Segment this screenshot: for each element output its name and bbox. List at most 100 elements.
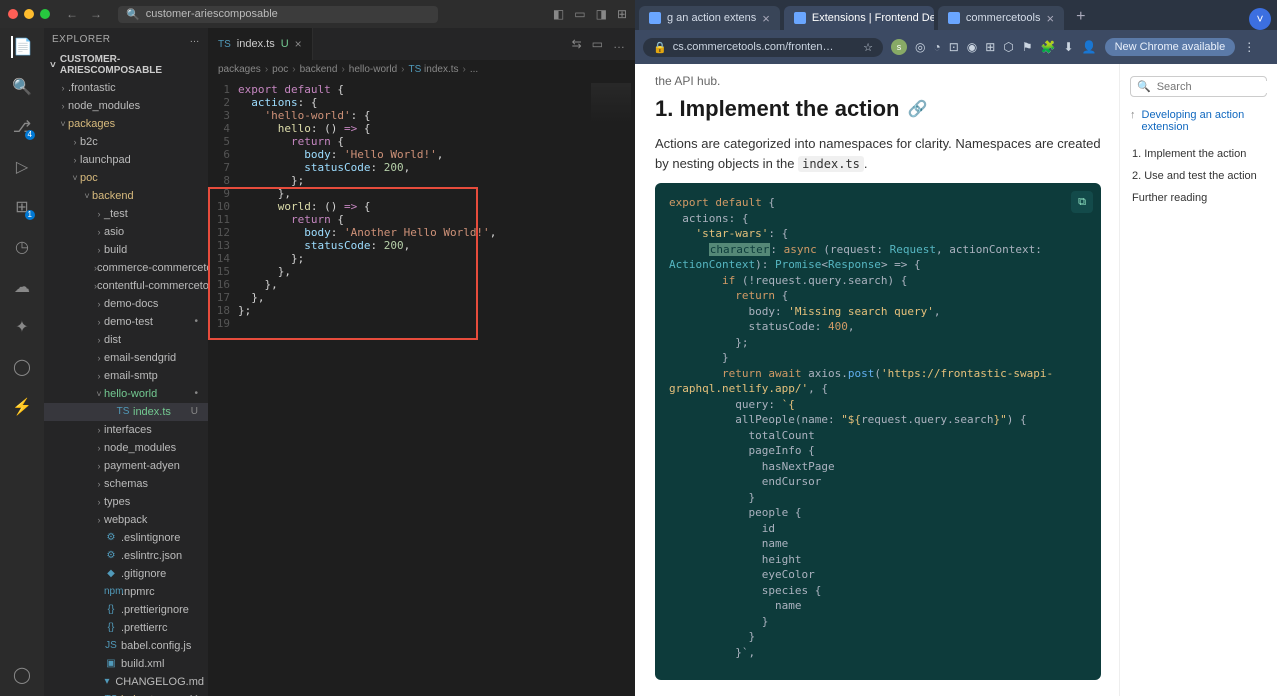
code-line[interactable]: statusCode: 400,: [669, 319, 1087, 335]
file-babel.config.js[interactable]: JSbabel.config.js: [44, 637, 208, 655]
more-icon[interactable]: …: [613, 37, 625, 51]
breadcrumb-item[interactable]: ...: [470, 64, 478, 75]
chrome-menu-icon[interactable]: ⋮: [1243, 40, 1255, 54]
nav-forward-icon[interactable]: →: [90, 7, 102, 21]
close-icon[interactable]: ×: [762, 11, 770, 26]
folder-demo-docs[interactable]: ›demo-docs: [44, 295, 208, 313]
code-line[interactable]: 'hello-world': {: [238, 109, 635, 122]
code-line[interactable]: allPeople(name: "${request.query.search}…: [669, 412, 1087, 428]
code-editor[interactable]: 12345678910111213141516171819 export def…: [208, 79, 635, 696]
command-center[interactable]: 🔍 customer-ariescomposable: [118, 6, 438, 23]
code-line[interactable]: eyeColor: [669, 567, 1087, 583]
folder-email-smtp[interactable]: ›email-smtp: [44, 367, 208, 385]
folder-packages[interactable]: ˅packages: [44, 115, 208, 133]
code-line[interactable]: people {: [669, 505, 1087, 521]
folder-webpack[interactable]: ›webpack: [44, 511, 208, 529]
code-line[interactable]: return {: [669, 288, 1087, 304]
file-.gitignore[interactable]: ◆.gitignore: [44, 565, 208, 583]
code-line[interactable]: };: [238, 174, 635, 187]
code-line[interactable]: 'star-wars': {: [669, 226, 1087, 242]
folder-contentful-commercetools[interactable]: ›contentful-commercetools: [44, 277, 208, 295]
minimize-window-icon[interactable]: [24, 9, 34, 19]
codeblock-content[interactable]: export default { actions: { 'star-wars':…: [669, 195, 1087, 660]
chrome-tab[interactable]: Extensions | Frontend Devel×: [784, 6, 934, 30]
panel-bottom-icon[interactable]: ▭: [574, 7, 585, 21]
nav-back-icon[interactable]: ←: [66, 7, 78, 21]
split-icon[interactable]: ▭: [592, 37, 603, 51]
profile-icon[interactable]: 👤: [1082, 40, 1097, 54]
code-line[interactable]: return {: [238, 135, 635, 148]
folder-node_modules[interactable]: ›node_modules: [44, 97, 208, 115]
ext-icon[interactable]: s: [891, 39, 907, 55]
toc-item[interactable]: 2. Use and test the action: [1130, 165, 1267, 187]
ext-icon[interactable]: ◉: [967, 40, 977, 54]
tab-overflow-icon[interactable]: ˅: [1249, 8, 1271, 30]
editor-tab[interactable]: TS index.ts U ×: [208, 28, 313, 60]
folder-b2c[interactable]: ›b2c: [44, 133, 208, 151]
docs-search[interactable]: 🔍 /: [1130, 76, 1267, 97]
link-icon[interactable]: 🔗: [908, 99, 928, 119]
new-chrome-button[interactable]: New Chrome available: [1105, 38, 1236, 56]
file-.npmrc[interactable]: npm.npmrc: [44, 583, 208, 601]
code-line[interactable]: query: `{: [669, 397, 1087, 413]
breadcrumb-item[interactable]: packages: [218, 64, 261, 75]
file-.prettierrc[interactable]: {}.prettierrc: [44, 619, 208, 637]
code-line[interactable]: id: [669, 521, 1087, 537]
code-line[interactable]: if (!request.query.search) {: [669, 273, 1087, 289]
code-line[interactable]: }: [669, 490, 1087, 506]
code-line[interactable]: }: [669, 350, 1087, 366]
breadcrumb-item[interactable]: poc: [272, 64, 288, 75]
ext-icon[interactable]: ⚑: [1022, 40, 1033, 54]
code-line[interactable]: export default {: [238, 83, 635, 96]
more-icon[interactable]: …: [190, 34, 201, 45]
file-.prettierignore[interactable]: {}.prettierignore: [44, 601, 208, 619]
chrome-tab[interactable]: commercetools×: [938, 6, 1064, 30]
file-tree[interactable]: ›.frontastic›node_modules˅packages›b2c›l…: [44, 79, 208, 696]
file-CHANGELOG.md[interactable]: ▾CHANGELOG.md: [44, 673, 208, 691]
new-tab-button[interactable]: +: [1068, 4, 1093, 30]
search-icon[interactable]: 🔍: [11, 76, 33, 98]
file-.eslintrc.json[interactable]: ⚙.eslintrc.json: [44, 547, 208, 565]
chrome-tab[interactable]: g an action extens×: [639, 6, 780, 30]
folder-asio[interactable]: ›asio: [44, 223, 208, 241]
code-line[interactable]: return await axios.post('https://frontas…: [669, 366, 1087, 382]
code-line[interactable]: ActionContext): Promise<Response> => {: [669, 257, 1087, 273]
minimap[interactable]: [591, 83, 631, 123]
code-line[interactable]: export default {: [669, 195, 1087, 211]
folder-.frontastic[interactable]: ›.frontastic: [44, 79, 208, 97]
code-line[interactable]: hasNextPage: [669, 459, 1087, 475]
folder-dist[interactable]: ›dist: [44, 331, 208, 349]
ext-icon[interactable]: ◔: [933, 40, 940, 54]
docs-uplink[interactable]: ↑ Developing an action extension: [1130, 109, 1267, 133]
breadcrumbs[interactable]: packages›poc›backend›hello-world›TS inde…: [208, 60, 635, 79]
code-line[interactable]: graphql.netlify.app/', {: [669, 381, 1087, 397]
source-control-icon[interactable]: ⎇4: [11, 116, 33, 138]
ext-icon[interactable]: ⊞: [985, 40, 995, 54]
explorer-icon[interactable]: 📄: [11, 36, 33, 58]
panel-left-icon[interactable]: ◧: [553, 7, 564, 21]
code-line[interactable]: }: [669, 629, 1087, 645]
code-line[interactable]: body: 'Hello World!',: [238, 148, 635, 161]
folder-_test[interactable]: ›_test: [44, 205, 208, 223]
close-icon[interactable]: ×: [295, 37, 302, 51]
folder-hello-world[interactable]: ˅hello-world•: [44, 385, 208, 403]
star-icon[interactable]: ☆: [863, 41, 873, 54]
github-icon[interactable]: ◯: [11, 356, 33, 378]
close-icon[interactable]: ×: [1046, 11, 1054, 26]
toc-item[interactable]: 1. Implement the action: [1130, 143, 1267, 165]
ext-icon[interactable]: ⊡: [949, 40, 959, 54]
folder-demo-test[interactable]: ›demo-test•: [44, 313, 208, 331]
folder-build[interactable]: ›build: [44, 241, 208, 259]
close-window-icon[interactable]: [8, 9, 18, 19]
folder-node_modules[interactable]: ›node_modules: [44, 439, 208, 457]
ext-icon[interactable]: ◎: [915, 40, 925, 54]
folder-email-sendgrid[interactable]: ›email-sendgrid: [44, 349, 208, 367]
run-debug-icon[interactable]: ▷: [11, 156, 33, 178]
code-line[interactable]: statusCode: 200,: [238, 161, 635, 174]
code-line[interactable]: }`,: [669, 645, 1087, 661]
remote-icon[interactable]: ☁: [11, 276, 33, 298]
testing-icon[interactable]: ✦: [11, 316, 33, 338]
code-line[interactable]: name: [669, 598, 1087, 614]
folder-types[interactable]: ›types: [44, 493, 208, 511]
accounts-icon[interactable]: ◯: [11, 664, 33, 686]
